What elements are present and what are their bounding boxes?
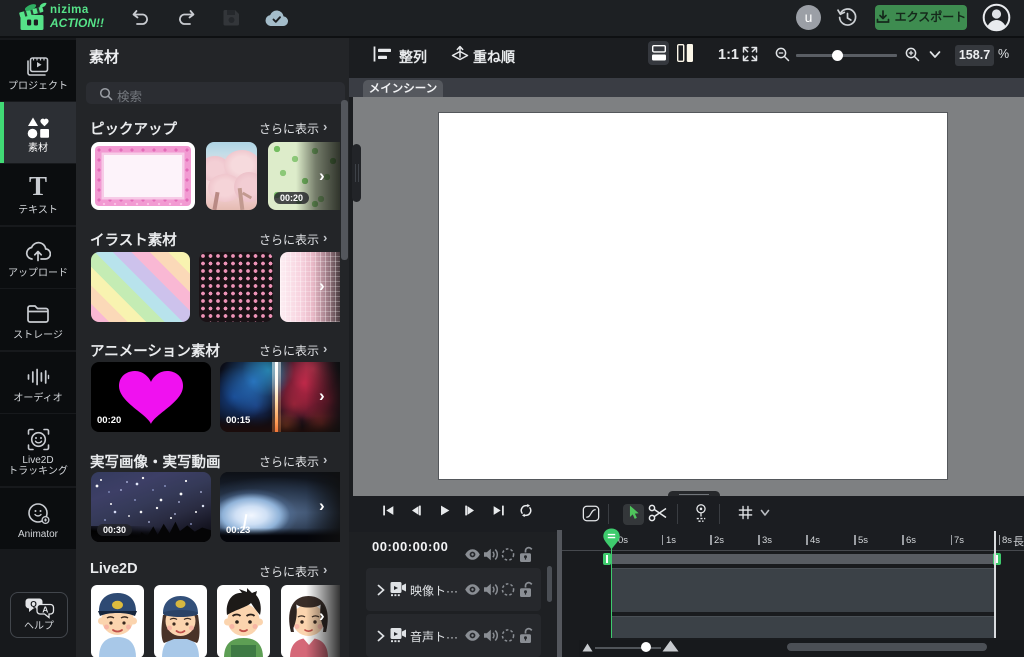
svg-text:Q: Q — [30, 599, 37, 609]
svg-text:A: A — [42, 605, 48, 615]
